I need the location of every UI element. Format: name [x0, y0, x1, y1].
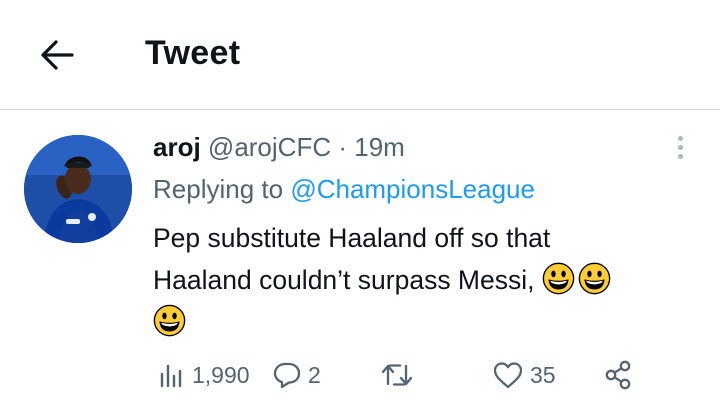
like-count: 35	[530, 361, 556, 388]
share-button[interactable]	[602, 355, 634, 395]
replying-prefix: Replying to	[153, 174, 284, 204]
grinning-face-emoji-icon	[153, 304, 186, 337]
tweet-text-line: Pep substitute Haaland off so that	[153, 223, 551, 253]
page-title: Tweet	[145, 34, 241, 72]
more-options-icon[interactable]	[668, 132, 692, 162]
replying-to-mention[interactable]: @ChampionsLeague	[290, 174, 535, 204]
replying-to: Replying to @ChampionsLeague	[153, 174, 535, 205]
tweet-card[interactable]: aroj @arojCFC · 19m Replying to @Champio…	[0, 110, 720, 411]
share-icon	[605, 360, 631, 390]
tweet-text-line: Haaland couldn’t surpass Messi,	[153, 265, 535, 295]
retweet-icon	[381, 364, 413, 386]
tweet-text: Pep substitute Haaland off so that Haala…	[153, 217, 693, 343]
grinning-face-emoji-icon	[542, 262, 575, 295]
heart-icon	[493, 362, 523, 389]
tweet-actions: 1,990 2 35	[0, 355, 720, 395]
tweet-time[interactable]: 19m	[354, 132, 405, 162]
retweet-button[interactable]	[380, 355, 414, 395]
views-button[interactable]: 1,990	[158, 355, 250, 395]
reply-button[interactable]: 2	[272, 355, 321, 395]
meta-separator: ·	[338, 132, 348, 162]
display-name[interactable]: aroj	[153, 132, 201, 162]
views-count: 1,990	[192, 361, 250, 388]
views-icon	[160, 364, 182, 388]
reply-icon	[273, 362, 301, 389]
user-handle[interactable]: @arojCFC	[208, 132, 331, 162]
back-arrow-icon[interactable]	[38, 36, 76, 74]
like-button[interactable]: 35	[492, 355, 556, 395]
grinning-face-emoji-icon	[578, 262, 611, 295]
tweet-meta: aroj @arojCFC · 19m	[153, 132, 405, 163]
reply-count: 2	[308, 361, 321, 388]
app-header: Tweet	[0, 0, 720, 109]
avatar[interactable]	[24, 135, 132, 243]
